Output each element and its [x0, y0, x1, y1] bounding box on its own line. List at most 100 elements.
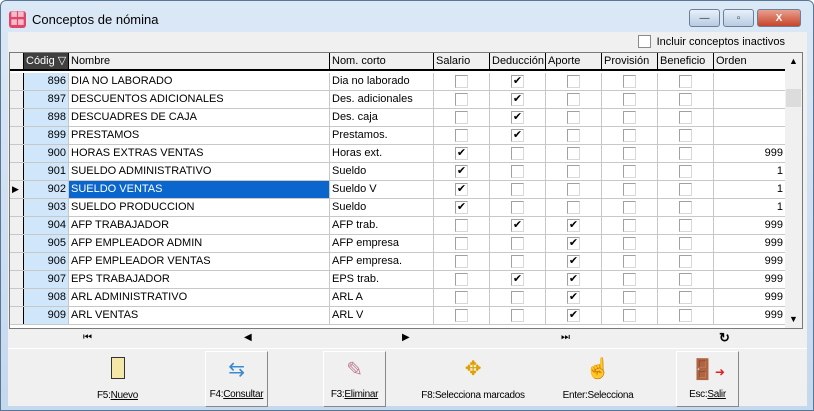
deduccion-checkbox[interactable] [511, 291, 524, 304]
cell-aporte[interactable] [546, 127, 602, 144]
cell-aporte[interactable]: ✔ [546, 235, 602, 252]
provision-checkbox[interactable] [623, 111, 636, 124]
cell-codigo[interactable]: 902 [24, 181, 69, 198]
cell-beneficio[interactable] [658, 307, 714, 324]
cell-nombre[interactable]: EPS TRABAJADOR [69, 271, 330, 288]
cell-salario[interactable] [434, 307, 490, 324]
cell-salario[interactable]: ✔ [434, 181, 490, 198]
table-row[interactable]: 908 ARL ADMINISTRATIVO ARL A ✔ 999 [10, 289, 786, 307]
cell-provision[interactable] [602, 91, 658, 108]
cell-aporte[interactable] [546, 181, 602, 198]
cell-salario[interactable] [434, 253, 490, 270]
cell-deduccion[interactable] [490, 181, 546, 198]
salario-checkbox[interactable]: ✔ [455, 201, 468, 214]
cell-nom-corto[interactable]: AFP empresa. [330, 253, 434, 270]
cell-beneficio[interactable] [658, 145, 714, 162]
cell-deduccion[interactable] [490, 235, 546, 252]
cell-nom-corto[interactable]: Sueldo [330, 199, 434, 216]
current-row-arrow-icon[interactable]: ▶ [10, 181, 24, 198]
cell-codigo[interactable]: 896 [24, 73, 69, 90]
provision-checkbox[interactable] [623, 219, 636, 232]
cell-nom-corto[interactable]: ARL V [330, 307, 434, 324]
table-row[interactable]: 898 DESCUADRES DE CAJA Des. caja ✔ [10, 109, 786, 127]
cell-nombre[interactable]: DIA NO LABORADO [69, 73, 330, 90]
row-indicator[interactable] [10, 307, 24, 324]
aporte-checkbox[interactable]: ✔ [567, 237, 580, 250]
deduccion-checkbox[interactable]: ✔ [511, 93, 524, 106]
cell-deduccion[interactable] [490, 145, 546, 162]
cell-provision[interactable] [602, 271, 658, 288]
provision-checkbox[interactable] [623, 147, 636, 160]
table-row[interactable]: 899 PRESTAMOS Prestamos. ✔ [10, 127, 786, 145]
column-header-nom-corto[interactable]: Nom. corto [330, 53, 434, 69]
cell-orden[interactable]: 999 [714, 289, 786, 306]
cell-orden[interactable]: 999 [714, 145, 786, 162]
salario-checkbox[interactable]: ✔ [455, 147, 468, 160]
salario-checkbox[interactable]: ✔ [455, 183, 468, 196]
cell-deduccion[interactable]: ✔ [490, 217, 546, 234]
cell-nom-corto[interactable]: Des. adicionales [330, 91, 434, 108]
cell-codigo[interactable]: 906 [24, 253, 69, 270]
cell-aporte[interactable]: ✔ [546, 217, 602, 234]
cell-provision[interactable] [602, 127, 658, 144]
cell-codigo[interactable]: 904 [24, 217, 69, 234]
cell-provision[interactable] [602, 109, 658, 126]
deduccion-checkbox[interactable]: ✔ [511, 75, 524, 88]
row-indicator[interactable] [10, 271, 24, 288]
cell-beneficio[interactable] [658, 109, 714, 126]
deduccion-checkbox[interactable] [511, 147, 524, 160]
column-header-codigo[interactable]: Códig ▽ [24, 53, 69, 69]
include-inactive-checkbox[interactable] [637, 35, 651, 48]
cell-beneficio[interactable] [658, 289, 714, 306]
cell-beneficio[interactable] [658, 181, 714, 198]
cell-nom-corto[interactable]: Horas ext. [330, 145, 434, 162]
scroll-down-icon[interactable]: ▼ [785, 311, 802, 328]
select-button[interactable]: ☝ Enter:Selecciona [553, 351, 643, 407]
column-header-beneficio[interactable]: Beneficio [658, 53, 714, 69]
cell-orden[interactable] [714, 73, 786, 90]
column-header-aporte[interactable]: Aporte [546, 53, 602, 69]
salario-checkbox[interactable] [455, 255, 468, 268]
consultar-button[interactable]: ⇆ F4:Consultar [205, 351, 268, 407]
table-row[interactable]: 907 EPS TRABAJADOR EPS trab. ✔ ✔ 999 [10, 271, 786, 289]
salario-checkbox[interactable] [455, 129, 468, 142]
cell-beneficio[interactable] [658, 199, 714, 216]
beneficio-checkbox[interactable] [679, 75, 692, 88]
provision-checkbox[interactable] [623, 237, 636, 250]
salario-checkbox[interactable] [455, 309, 468, 322]
cell-salario[interactable] [434, 73, 490, 90]
cell-deduccion[interactable] [490, 253, 546, 270]
cell-nom-corto[interactable]: Sueldo [330, 163, 434, 180]
prev-record-icon[interactable]: ◀ [244, 332, 252, 343]
scroll-up-icon[interactable]: ▲ [785, 53, 802, 70]
cell-salario[interactable]: ✔ [434, 163, 490, 180]
column-header-deduccion[interactable]: Deducción [490, 53, 546, 69]
table-row[interactable]: 903 SUELDO PRODUCCION Sueldo ✔ 1 [10, 199, 786, 217]
cell-nom-corto[interactable]: AFP empresa [330, 235, 434, 252]
beneficio-checkbox[interactable] [679, 93, 692, 106]
aporte-checkbox[interactable] [567, 183, 580, 196]
table-row[interactable]: 896 DIA NO LABORADO Dia no laborado ✔ [10, 73, 786, 91]
row-indicator[interactable] [10, 163, 24, 180]
provision-checkbox[interactable] [623, 309, 636, 322]
cell-orden[interactable]: 999 [714, 235, 786, 252]
table-row[interactable]: 905 AFP EMPLEADOR ADMIN AFP empresa ✔ 999 [10, 235, 786, 253]
cell-deduccion[interactable]: ✔ [490, 109, 546, 126]
cell-provision[interactable] [602, 73, 658, 90]
row-indicator[interactable] [10, 73, 24, 90]
cell-orden[interactable]: 1 [714, 163, 786, 180]
provision-checkbox[interactable] [623, 75, 636, 88]
cell-beneficio[interactable] [658, 271, 714, 288]
cell-deduccion[interactable] [490, 289, 546, 306]
close-button[interactable]: X [757, 9, 801, 27]
next-record-icon[interactable]: ▶ [402, 332, 410, 343]
salario-checkbox[interactable]: ✔ [455, 165, 468, 178]
cell-aporte[interactable] [546, 91, 602, 108]
cell-salario[interactable] [434, 91, 490, 108]
cell-deduccion[interactable]: ✔ [490, 127, 546, 144]
cell-nom-corto[interactable]: ARL A [330, 289, 434, 306]
beneficio-checkbox[interactable] [679, 201, 692, 214]
cell-salario[interactable] [434, 235, 490, 252]
aporte-checkbox[interactable] [567, 147, 580, 160]
cell-orden[interactable]: 999 [714, 253, 786, 270]
